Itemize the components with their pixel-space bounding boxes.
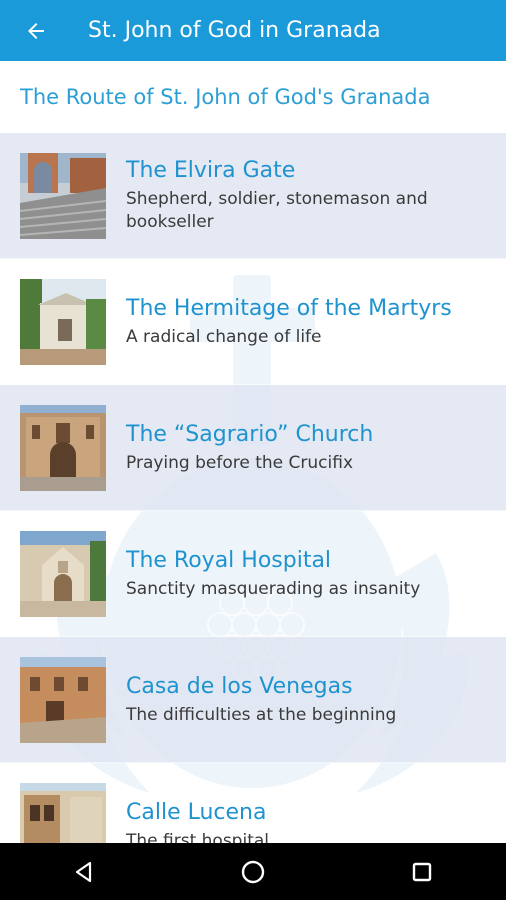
back-button[interactable]: [16, 11, 56, 51]
nav-recents-button[interactable]: [392, 843, 452, 900]
back-triangle-icon: [76, 861, 92, 882]
route-list[interactable]: The Elvira Gate Shepherd, soldier, stone…: [0, 133, 506, 843]
item-subtitle: Shepherd, soldier, stonemason and bookse…: [126, 189, 428, 232]
list-item[interactable]: The Elvira Gate Shepherd, soldier, stone…: [0, 133, 506, 259]
thumbnail-image: [20, 404, 106, 491]
page-title: St. John of God in Granada: [88, 18, 381, 43]
section-title: The Route of St. John of God's Granada: [20, 85, 431, 109]
home-circle-icon: [241, 860, 265, 883]
item-title: The Elvira Gate: [126, 158, 296, 183]
list-item[interactable]: The Hermitage of the Martyrs A radical c…: [0, 259, 506, 385]
thumbnail-image: [20, 656, 106, 743]
system-nav-bar: [0, 843, 506, 900]
nav-home-button[interactable]: [223, 843, 283, 900]
item-title: Casa de los Venegas: [126, 673, 353, 699]
item-subtitle: The difficulties at the beginning: [126, 704, 397, 725]
item-subtitle: The first hospital: [126, 830, 269, 844]
list-item[interactable]: Casa de los Venegas The difficulties at …: [0, 637, 506, 763]
section-header: The Route of St. John of God's Granada: [0, 61, 506, 133]
thumbnail-image: [20, 152, 106, 239]
thumbnail-image: [20, 530, 106, 617]
item-title: The Royal Hospital: [126, 547, 332, 573]
thumbnail-image: [20, 782, 106, 843]
item-title: The “Sagrario” Church: [126, 421, 374, 447]
nav-back-button[interactable]: [54, 843, 114, 900]
list-item[interactable]: Calle Lucena The first hospital: [0, 763, 506, 843]
item-title: The Hermitage of the Martyrs: [126, 295, 452, 321]
item-subtitle: A radical change of life: [126, 326, 322, 347]
arrow-left-icon: [28, 22, 44, 39]
recents-square-icon: [412, 862, 431, 881]
list-item[interactable]: The “Sagrario” Church Praying before the…: [0, 385, 506, 511]
item-title: Calle Lucena: [126, 799, 267, 825]
item-subtitle: Sanctity masquerading as insanity: [126, 578, 421, 599]
list-item[interactable]: The Royal Hospital Sanctity masquerading…: [0, 511, 506, 637]
thumbnail-image: [20, 278, 106, 365]
app-bar: St. John of God in Granada: [0, 0, 506, 61]
item-subtitle: Praying before the Crucifix: [126, 452, 354, 473]
